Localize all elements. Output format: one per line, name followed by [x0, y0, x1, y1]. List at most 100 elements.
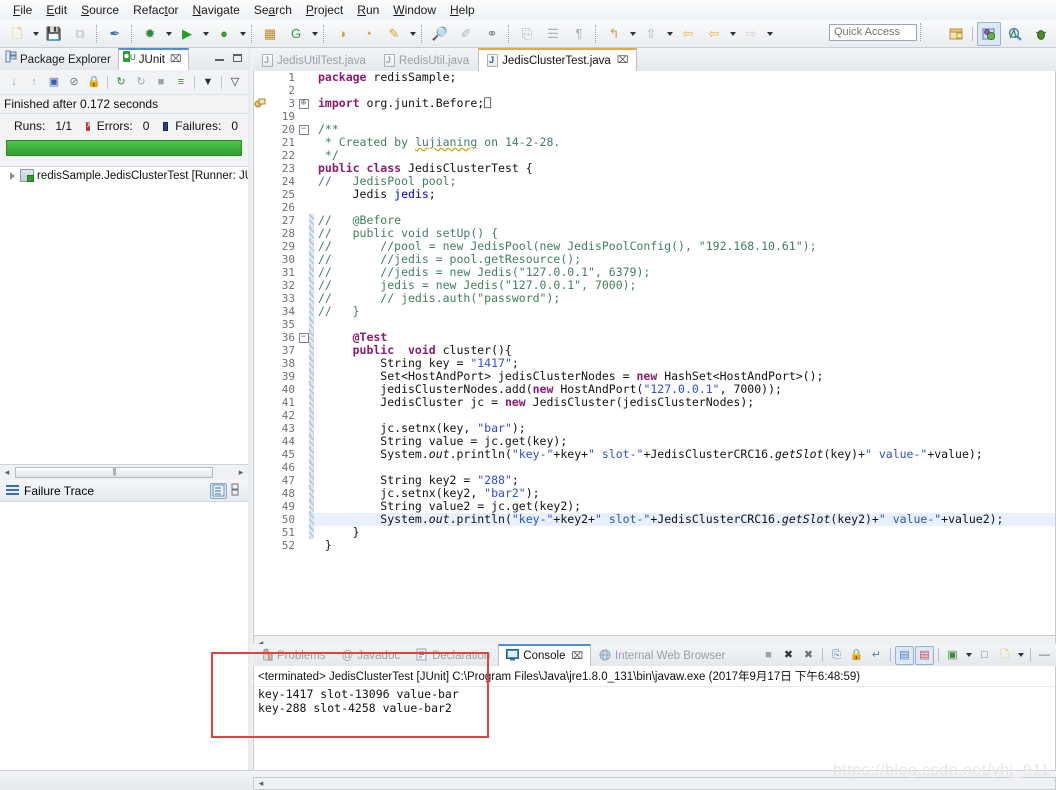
code-line[interactable] — [314, 110, 1055, 123]
code-line[interactable]: * Created by lujianing on 14-2-28. — [314, 136, 1055, 149]
editor-tab-redisutil[interactable]: RedisUtil.java — [375, 49, 478, 71]
code-line[interactable]: // // jedis.auth("password"); — [314, 292, 1055, 305]
code-line[interactable]: // } — [314, 305, 1055, 318]
scrollbar-thumb[interactable] — [15, 467, 213, 478]
menu-item-run[interactable]: Run — [350, 1, 386, 19]
code-line[interactable]: System.out.println("key-"+key2+" slot-"+… — [314, 513, 1055, 526]
close-icon[interactable]: ⌧ — [617, 55, 629, 66]
minimize-icon[interactable]: — — [1035, 646, 1054, 665]
next-annotation-icon[interactable]: ⎘ — [515, 22, 539, 46]
code-line[interactable]: JedisCluster jc = new JedisCluster(jedis… — [314, 396, 1055, 409]
rerun-test-icon[interactable]: ↻ — [112, 73, 130, 91]
view-menu-icon[interactable]: ▽ — [226, 73, 244, 91]
expand-triangle-icon[interactable] — [10, 171, 15, 180]
stop-icon[interactable]: ■ — [152, 73, 170, 91]
console-tab-internal-web-browser[interactable]: Internal Web Browser — [591, 645, 733, 666]
fold-collapse-icon[interactable]: − — [298, 123, 309, 136]
forward-icon[interactable]: ⇨ — [739, 22, 763, 46]
new-java-project-icon[interactable]: ✒ — [103, 22, 127, 46]
save-icon[interactable]: 💾 — [42, 22, 66, 46]
junit-tree-hscrollbar[interactable]: ◂ ▸ — [0, 464, 248, 480]
code-line[interactable]: package redisSample; — [314, 71, 1055, 84]
show-whitespace-icon[interactable]: ☰ — [541, 22, 565, 46]
menu-item-window[interactable]: Window — [386, 1, 443, 19]
show-console-on-error-icon[interactable]: ▤ — [915, 645, 934, 665]
filter-stack-trace-icon[interactable] — [210, 483, 227, 499]
chevron-down-icon[interactable] — [309, 23, 320, 45]
failure-trace-content[interactable] — [0, 502, 248, 778]
display-selected-console-icon[interactable]: □ — [975, 646, 994, 665]
java-ee-perspective-icon[interactable] — [1003, 22, 1027, 46]
menu-item-help[interactable]: Help — [443, 1, 482, 19]
scroll-left-arrow[interactable]: ◂ — [0, 467, 14, 478]
java-perspective-icon[interactable] — [977, 22, 1001, 46]
new-wizard-icon[interactable]: 🗋 — [5, 22, 29, 46]
editor-folding-ruler[interactable]: ⊕ − − — [298, 71, 309, 635]
scroll-left-arrow[interactable]: ◂ — [254, 778, 268, 789]
code-line[interactable]: System.out.println("key-"+key+" slot-"+J… — [314, 448, 1055, 461]
junit-test-tree[interactable]: redisSample.JedisClusterTest [Runner: JU — [0, 166, 248, 464]
editor-text-content[interactable]: package redisSample; import org.junit.Be… — [314, 71, 1055, 635]
chevron-down-icon[interactable] — [200, 23, 211, 45]
run-icon[interactable]: ▶ — [175, 22, 199, 46]
open-task-icon[interactable]: ◔ — [356, 22, 380, 46]
editor-annotation-ruler[interactable] — [254, 71, 270, 635]
back-history-icon[interactable]: ⇦ — [702, 22, 726, 46]
pilcrow-icon[interactable]: ¶ — [567, 22, 591, 46]
last-edit-location-icon[interactable]: ↰ — [602, 22, 626, 46]
test-tree-row[interactable]: redisSample.JedisClusterTest [Runner: JU — [0, 167, 248, 184]
show-failures-only-icon[interactable]: ▣ — [45, 73, 63, 91]
chevron-down-icon[interactable] — [963, 647, 974, 664]
chevron-down-icon[interactable] — [727, 23, 738, 45]
brush-icon[interactable]: ✐ — [454, 22, 478, 46]
remove-launch-icon[interactable]: ✖ — [779, 646, 798, 665]
show-ignored-icon[interactable]: ⊘ — [65, 73, 83, 91]
scroll-right-arrow[interactable]: ▸ — [234, 467, 248, 478]
view-menu-dropdown-icon[interactable]: ▼ — [199, 73, 217, 91]
code-line[interactable]: } — [314, 539, 1055, 552]
debug-icon[interactable]: ✹ — [138, 22, 162, 46]
fold-collapse-icon[interactable]: − — [298, 331, 309, 344]
console-tab-console[interactable]: Console ⌧ — [498, 644, 592, 666]
chevron-down-icon[interactable] — [764, 23, 775, 45]
minimize-icon[interactable] — [214, 52, 226, 64]
menu-item-file[interactable]: File — [6, 1, 39, 19]
console-tab-problems[interactable]: Problems — [253, 645, 334, 666]
open-type-icon[interactable]: ◑ — [330, 22, 354, 46]
chevron-down-icon[interactable] — [237, 23, 248, 45]
code-line[interactable]: import org.junit.Before;⎕ — [314, 97, 1055, 110]
editor-tab-jedisutiltest[interactable]: JedisUtilTest.java — [253, 49, 375, 71]
open-console-icon[interactable]: 🗋 — [995, 646, 1014, 665]
remove-all-terminated-icon[interactable]: ✖ — [799, 646, 818, 665]
code-editor[interactable]: 1 2 3 19 20 21 22 23 24 25 26 27 28 29 30 31 32 33 34 35 36 3… — [253, 71, 1056, 636]
previous-failure-icon[interactable]: ↑ — [25, 73, 43, 91]
maximize-icon[interactable] — [232, 52, 244, 64]
menu-item-search[interactable]: Search — [247, 1, 299, 19]
code-line[interactable]: Jedis jedis; — [314, 188, 1055, 201]
code-line[interactable]: } — [314, 526, 1055, 539]
back-icon[interactable]: ⇦ — [676, 22, 700, 46]
chevron-down-icon[interactable] — [627, 23, 638, 45]
view-menu-icon[interactable] — [231, 483, 244, 499]
console-tab-declaration[interactable]: Declaration — [408, 645, 498, 666]
editor-tab-jedisclustertest[interactable]: JedisClusterTest.java ⌧ — [478, 48, 638, 71]
marker-icon[interactable]: ✎ — [382, 22, 406, 46]
chevron-down-icon[interactable] — [1015, 647, 1026, 664]
up-arrow-icon[interactable]: ⇧ — [639, 22, 663, 46]
console-tab-javadoc[interactable]: @ Javadoc — [334, 645, 409, 666]
view-tab-package-explorer[interactable]: Package Explorer — [0, 49, 118, 70]
close-icon[interactable]: ⌧ — [170, 50, 182, 70]
menu-item-navigate[interactable]: Navigate — [185, 1, 246, 19]
menu-item-refactor[interactable]: Refactor — [126, 1, 185, 19]
debug-perspective-icon[interactable] — [1029, 22, 1053, 46]
link-icon[interactable]: ⚭ — [480, 22, 504, 46]
fold-expand-icon[interactable]: ⊕ — [298, 97, 309, 110]
menu-item-source[interactable]: Source — [74, 1, 126, 19]
code-line[interactable] — [314, 318, 1055, 331]
scroll-lock-icon[interactable]: 🔒 — [847, 646, 866, 665]
code-line[interactable] — [314, 201, 1055, 214]
search-icon[interactable]: 🔎 — [428, 22, 452, 46]
external-tools-icon[interactable]: ● — [212, 22, 236, 46]
chevron-down-icon[interactable] — [664, 23, 675, 45]
quick-access-input[interactable] — [829, 23, 917, 41]
